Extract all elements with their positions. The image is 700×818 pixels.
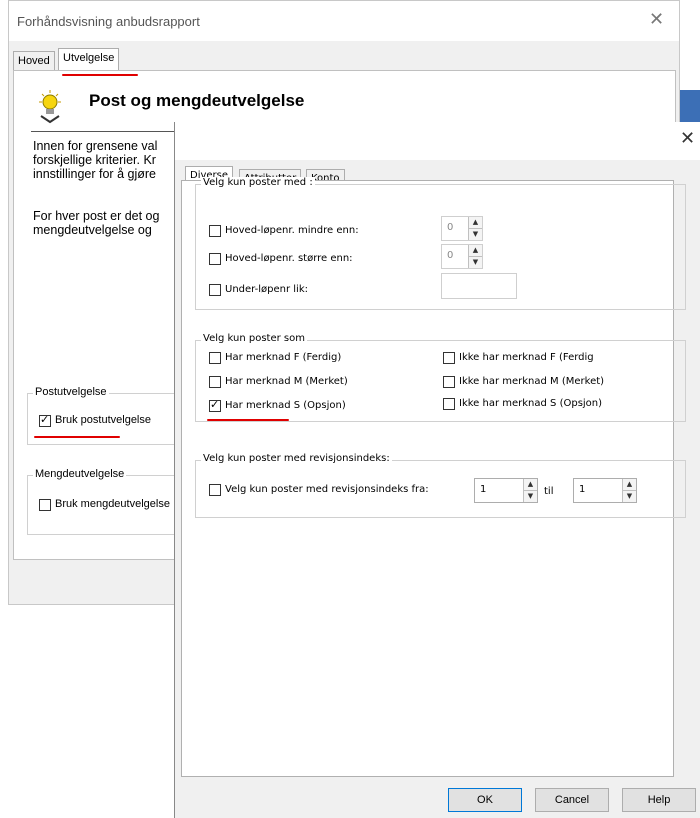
spin-down-icon: ▼ <box>472 257 479 266</box>
spin-up-icon: ▲ <box>524 479 537 491</box>
merknad-m-label: Har merknad M (Merket) <box>225 376 348 387</box>
bruk-postutvelgelse-label: Bruk postutvelgelse <box>55 414 151 426</box>
revisjon-til-spinner[interactable]: 1 ▲ ▼ <box>573 478 637 503</box>
revisjon-fra-spinner[interactable]: 1 ▲ ▼ <box>474 478 538 503</box>
intro-line-2: forskjellige kriterier. Kr <box>33 153 156 167</box>
filter-dialog: ✕ Diverse Attributter Konto Velg kun pos… <box>174 122 700 818</box>
spin-down-icon: ▼ <box>472 229 479 238</box>
ikke-merknad-f-checkbox[interactable] <box>443 352 455 364</box>
bruk-mengdeutvelgelse-checkbox[interactable] <box>39 499 51 511</box>
back-window-title: Forhåndsvisning anbudsrapport <box>17 14 200 29</box>
intro-line-3: innstillinger for å gjøre <box>33 167 156 181</box>
intro-line-1: Innen for grensene val <box>33 139 158 153</box>
under-lopenr-input[interactable] <box>441 273 517 299</box>
velg-poster-med-title: Velg kun poster med : <box>201 177 315 188</box>
hoved-mindre-spinner[interactable]: 0 ▲ ▼ <box>441 216 483 241</box>
ikke-merknad-s-checkbox[interactable] <box>443 398 455 410</box>
hoved-mindre-checkbox[interactable] <box>209 225 221 237</box>
til-label: til <box>544 486 554 497</box>
bruk-mengdeutvelgelse-label: Bruk mengdeutvelgelse <box>55 498 170 510</box>
front-title-bar <box>175 122 700 160</box>
ikke-merknad-m-label: Ikke har merknad M (Merket) <box>459 376 605 387</box>
bruk-postutvelgelse-checkbox[interactable] <box>39 413 51 427</box>
merknad-m-checkbox[interactable] <box>209 376 221 388</box>
spin-down-icon: ▼ <box>626 491 633 500</box>
intro-line-4: For hver post er det og <box>33 209 160 223</box>
front-close-icon[interactable]: ✕ <box>680 128 695 149</box>
velg-poster-som-title: Velg kun poster som <box>201 333 307 344</box>
hoved-storre-spinner[interactable]: 0 ▲ ▼ <box>441 244 483 269</box>
annotation-underline-postutvelgelse <box>34 436 120 438</box>
ikke-merknad-s-label: Ikke har merknad S (Opsjon) <box>459 398 603 409</box>
ikke-merknad-f-label: Ikke har merknad F (Ferdig <box>459 352 594 363</box>
tab-hoved[interactable]: Hoved <box>13 51 55 71</box>
spin-down-icon: ▼ <box>527 491 534 500</box>
revisjonsindeks-title: Velg kun poster med revisjonsindeks: <box>201 453 392 464</box>
ikke-merknad-m-checkbox[interactable] <box>443 376 455 388</box>
tab-utvelgelse[interactable]: Utvelgelse <box>58 48 120 71</box>
revisjonsindeks-checkbox[interactable] <box>209 484 221 496</box>
under-lopenr-checkbox[interactable] <box>209 284 221 296</box>
merknad-s-checkbox[interactable] <box>209 398 221 412</box>
help-button[interactable]: Help <box>622 788 696 812</box>
annotation-underline-merknad-s <box>207 419 289 421</box>
mengdeutvelgelse-title: Mengdeutvelgelse <box>33 468 127 480</box>
merknad-f-label: Har merknad F (Ferdig) <box>225 352 342 363</box>
back-close-icon[interactable]: ✕ <box>649 9 664 30</box>
hoved-storre-checkbox[interactable] <box>209 253 221 265</box>
hoved-storre-label: Hoved-løpenr. større enn: <box>225 253 353 264</box>
ok-button[interactable]: OK <box>448 788 522 812</box>
heading-divider <box>31 131 181 132</box>
revisjonsindeks-label: Velg kun poster med revisjonsindeks fra: <box>225 484 429 495</box>
page-title: Post og mengdeutvelgelse <box>89 91 305 110</box>
hoved-mindre-label: Hoved-løpenr. mindre enn: <box>225 225 359 236</box>
merknad-s-label: Har merknad S (Opsjon) <box>225 400 346 411</box>
spin-up-icon: ▲ <box>469 217 482 229</box>
under-lopenr-label: Under-løpenr lik: <box>225 284 308 295</box>
postutvelgelse-title: Postutvelgelse <box>33 386 109 398</box>
intro-line-5: mengdeutvelgelse og <box>33 223 152 237</box>
spin-up-icon: ▲ <box>623 479 636 491</box>
annotation-underline-tab <box>62 74 138 76</box>
cancel-button[interactable]: Cancel <box>535 788 609 812</box>
lightbulb-icon <box>39 90 61 124</box>
spin-up-icon: ▲ <box>469 245 482 257</box>
merknad-f-checkbox[interactable] <box>209 352 221 364</box>
